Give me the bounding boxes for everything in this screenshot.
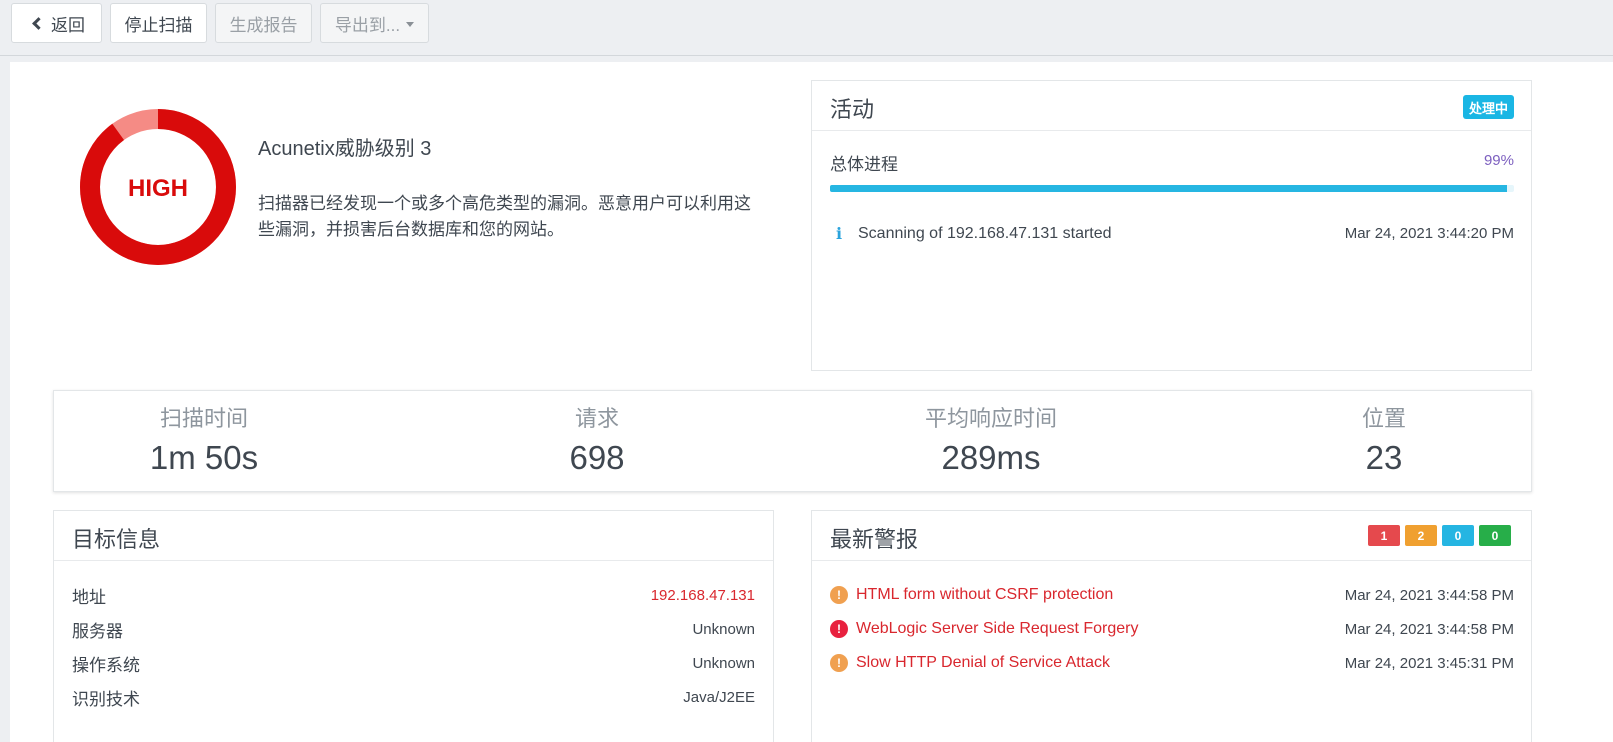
threat-level-label: HIGH: [128, 175, 188, 202]
stat-label: 扫描时间: [159, 406, 248, 431]
count-high-badge: 1: [1368, 525, 1400, 546]
alert-link[interactable]: Slow HTTP Denial of Service Attack: [856, 654, 1110, 672]
stat-value: 23: [1365, 439, 1403, 476]
divider: [812, 130, 1531, 131]
activity-entry: i Scanning of 192.168.47.131 started Mar…: [830, 224, 1514, 243]
target-value: Java/J2EE: [683, 688, 755, 706]
alert-time: Mar 24, 2021 3:44:58 PM: [1344, 586, 1514, 604]
progress-percent: 99%: [1483, 152, 1514, 169]
stat-label: 位置: [1361, 406, 1406, 431]
target-key: 地址: [72, 587, 106, 607]
divider: [54, 560, 773, 561]
activity-entry-text: Scanning of 192.168.47.131 started: [858, 224, 1112, 242]
stop-scan-button[interactable]: 停止扫描: [110, 3, 207, 43]
count-info-badge: 0: [1479, 525, 1511, 546]
stat-label: 请求: [574, 406, 619, 431]
activity-title: 活动: [830, 97, 875, 122]
stat-label: 平均响应时间: [924, 406, 1057, 431]
alert-link[interactable]: HTML form without CSRF protection: [856, 586, 1113, 604]
exclamation-icon: !: [830, 586, 848, 604]
target-key: 服务器: [72, 621, 123, 641]
target-address-row: 地址 192.168.47.131: [72, 583, 755, 607]
scan-overview: HIGH Acunetix威胁级别 3 扫描器已经发现一个或多个高危类型的漏洞。…: [10, 62, 1613, 742]
back-label: 返回: [51, 15, 85, 35]
generate-report-label: 生成报告: [229, 15, 298, 35]
divider: [812, 560, 1531, 561]
target-os-row: 操作系统 Unknown: [72, 651, 755, 675]
stat-value: 698: [569, 439, 625, 476]
target-value: Unknown: [692, 654, 755, 672]
back-button[interactable]: 返回: [11, 3, 102, 43]
threat-level-title: Acunetix威胁级别 3: [258, 138, 432, 160]
count-low-badge: 0: [1442, 525, 1474, 546]
target-info-panel: 目标信息 地址 192.168.47.131 服务器 Unknown 操作系统 …: [53, 510, 774, 742]
caret-down-icon: [406, 21, 415, 27]
alert-time: Mar 24, 2021 3:45:31 PM: [1344, 654, 1514, 672]
target-value: Unknown: [692, 620, 755, 638]
threat-level-description: 扫描器已经发现一个或多个高危类型的漏洞。恶意用户可以利用这些漏洞，并损害后台数据…: [258, 194, 751, 239]
activity-entry-time: Mar 24, 2021 3:44:20 PM: [1344, 225, 1514, 242]
exclamation-icon: !: [830, 620, 848, 638]
scan-stats: 扫描时间 1m 50s 请求 698 平均响应时间 289ms 位置 23: [53, 390, 1532, 492]
status-badge: 处理中: [1462, 95, 1514, 119]
stat-value: 289ms: [941, 439, 1041, 476]
alert-item: ! Slow HTTP Denial of Service Attack Mar…: [830, 651, 1514, 675]
target-info-title: 目标信息: [72, 527, 161, 552]
count-medium-badge: 2: [1405, 525, 1437, 546]
threat-level-donut: HIGH: [80, 109, 236, 265]
latest-alerts-panel: 最新警报 1 2 0 0 ! HTML form without CSRF pr…: [811, 510, 1532, 742]
export-dropdown-button[interactable]: 导出到...: [320, 3, 429, 43]
generate-report-button[interactable]: 生成报告: [215, 3, 312, 43]
activity-panel: 活动 处理中 总体进程 99% i Scanning of 192.168.47…: [811, 80, 1532, 371]
progress-label: 总体进程: [830, 155, 898, 174]
info-icon: i: [836, 224, 843, 243]
exclamation-icon: !: [830, 654, 848, 672]
progress-bar-fill: [830, 185, 1508, 192]
alert-time: Mar 24, 2021 3:44:58 PM: [1344, 620, 1514, 638]
target-key: 识别技术: [72, 689, 140, 709]
export-label: 导出到...: [334, 15, 401, 35]
alert-item: ! HTML form without CSRF protection Mar …: [830, 583, 1514, 607]
chevron-left-icon: [32, 16, 45, 30]
progress-bar: [830, 185, 1514, 192]
latest-alerts-title: 最新警报: [830, 527, 919, 552]
target-address-link[interactable]: 192.168.47.131: [651, 587, 755, 604]
alert-counts: 1 2 0 0: [1368, 525, 1511, 546]
toolbar: 返回 停止扫描 生成报告 导出到...: [0, 0, 1613, 56]
target-server-row: 服务器 Unknown: [72, 617, 755, 641]
target-tech-row: 识别技术 Java/J2EE: [72, 685, 755, 709]
stat-value: 1m 50s: [149, 439, 259, 476]
stop-scan-label: 停止扫描: [124, 15, 193, 35]
alert-link[interactable]: WebLogic Server Side Request Forgery: [856, 620, 1139, 638]
target-key: 操作系统: [72, 655, 140, 675]
alert-item: ! WebLogic Server Side Request Forgery M…: [830, 617, 1514, 641]
